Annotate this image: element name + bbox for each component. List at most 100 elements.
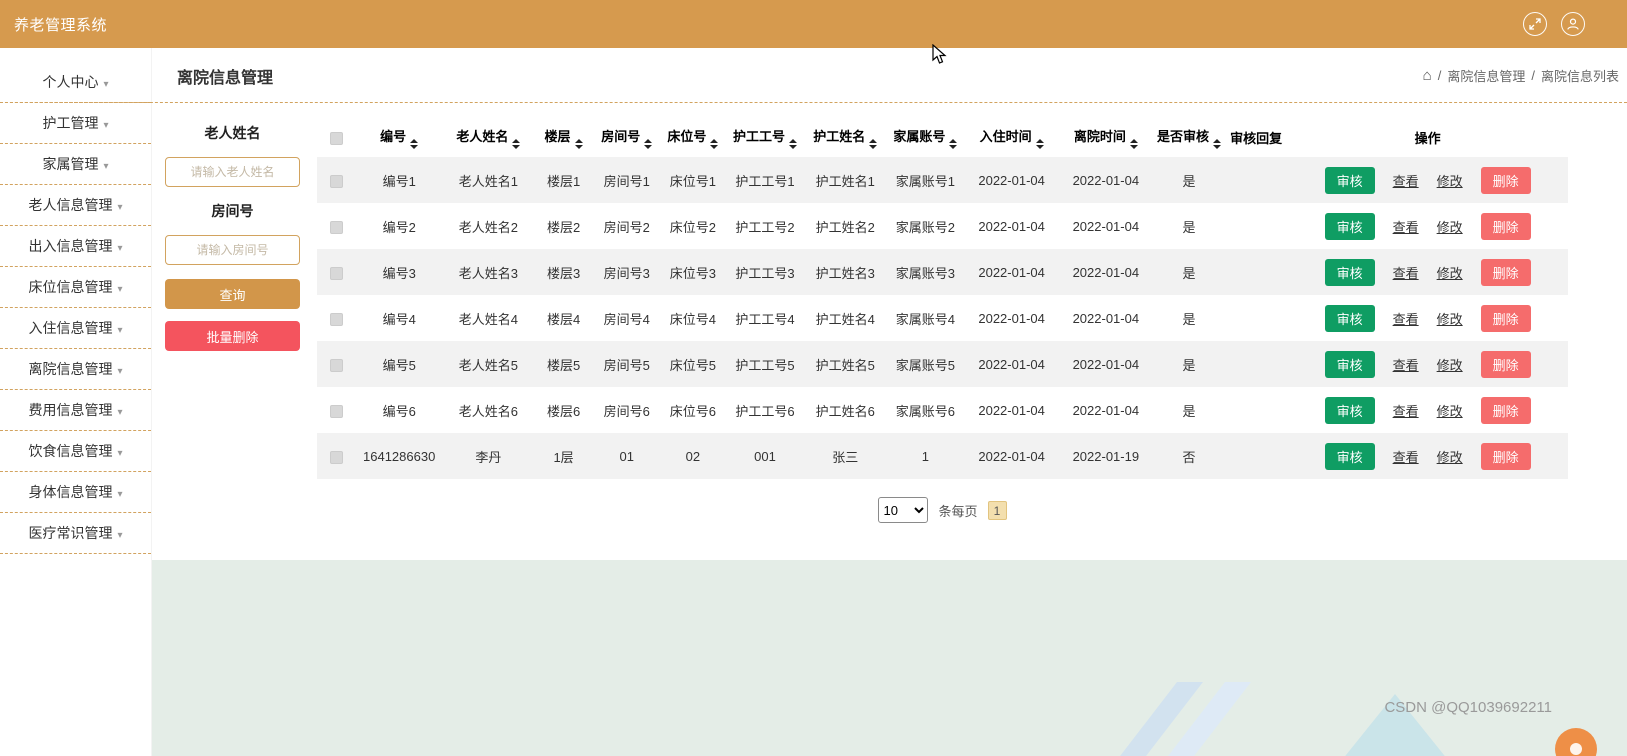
audit-button[interactable]: 审核 (1325, 443, 1375, 470)
audit-button[interactable]: 审核 (1325, 167, 1375, 194)
row-checkbox[interactable] (330, 405, 343, 418)
sidebar-item[interactable]: 离院信息管理▾ (0, 349, 151, 390)
row-checkbox[interactable] (330, 451, 343, 464)
audit-button[interactable]: 审核 (1325, 213, 1375, 240)
room-number-input[interactable] (165, 235, 300, 265)
sidebar-item[interactable]: 饮食信息管理▾ (0, 431, 151, 472)
column-header[interactable]: 房间号 (594, 117, 660, 157)
audit-button[interactable]: 审核 (1325, 259, 1375, 286)
cell: 护工工号3 (726, 249, 804, 295)
cell: 床位号4 (660, 295, 726, 341)
sidebar-item[interactable]: 床位信息管理▾ (0, 267, 151, 308)
home-icon[interactable]: ⌂ (1423, 67, 1432, 84)
cell: 01 (594, 433, 660, 479)
edit-button[interactable]: 修改 (1437, 171, 1463, 190)
view-button[interactable]: 查看 (1393, 355, 1419, 374)
sort-icon[interactable] (869, 139, 877, 149)
content-area: 老人姓名 房间号 查询 批量删除 编号老人姓名 楼层房间号床位号护工工号护工姓名家… (152, 103, 1627, 756)
sort-icon[interactable] (1213, 139, 1221, 149)
sort-icon[interactable] (512, 139, 520, 149)
row-checkbox[interactable] (330, 313, 343, 326)
sidebar-item[interactable]: 出入信息管理▾ (0, 226, 151, 267)
current-page-button[interactable]: 1 (988, 501, 1007, 520)
cell: 护工工号1 (726, 157, 804, 203)
view-button[interactable]: 查看 (1393, 217, 1419, 236)
cell: 楼层6 (533, 387, 593, 433)
view-button[interactable]: 查看 (1393, 171, 1419, 190)
row-checkbox[interactable] (330, 359, 343, 372)
sort-icon[interactable] (1130, 139, 1138, 149)
cell: 02 (660, 433, 726, 479)
cell (1225, 249, 1287, 295)
page-size-select[interactable]: 10 (878, 497, 928, 523)
edit-button[interactable]: 修改 (1437, 355, 1463, 374)
view-button[interactable]: 查看 (1393, 401, 1419, 420)
floating-action-button[interactable] (1555, 728, 1597, 756)
sidebar-item[interactable]: 入住信息管理▾ (0, 308, 151, 349)
delete-button[interactable]: 删除 (1481, 351, 1531, 378)
sort-up-arrow (512, 139, 520, 143)
cell: 李丹 (443, 433, 533, 479)
column-header[interactable]: 入住时间 (965, 117, 1059, 157)
column-header[interactable]: 家属账号 (886, 117, 964, 157)
fullscreen-icon[interactable] (1523, 12, 1547, 36)
sort-icon[interactable] (575, 139, 583, 149)
sidebar-item[interactable]: 护工管理▾ (0, 103, 151, 144)
select-all-checkbox[interactable] (330, 132, 343, 145)
sidebar-item[interactable]: 医疗常识管理▾ (0, 513, 151, 554)
sidebar-item[interactable]: 家属管理▾ (0, 144, 151, 185)
delete-button[interactable]: 删除 (1481, 167, 1531, 194)
data-table: 编号老人姓名 楼层房间号床位号护工工号护工姓名家属账号 入住时间 离院时间是否审核审核… (317, 117, 1568, 479)
batch-delete-button[interactable]: 批量删除 (165, 321, 300, 351)
column-header[interactable]: 老人姓名 (443, 117, 533, 157)
sidebar-item[interactable]: 个人中心▾ (0, 62, 151, 103)
sidebar-item[interactable]: 身体信息管理▾ (0, 472, 151, 513)
search-button[interactable]: 查询 (165, 279, 300, 309)
table-row: 编号2老人姓名2楼层2房间号2床位号2护工工号2护工姓名2家属账号22022-0… (317, 203, 1568, 249)
delete-button[interactable]: 删除 (1481, 443, 1531, 470)
view-button[interactable]: 查看 (1393, 447, 1419, 466)
sort-icon[interactable] (644, 139, 652, 149)
elder-name-input[interactable] (165, 157, 300, 187)
sort-icon[interactable] (1036, 139, 1044, 149)
edit-button[interactable]: 修改 (1437, 217, 1463, 236)
edit-button[interactable]: 修改 (1437, 309, 1463, 328)
column-header[interactable]: 离院时间 (1059, 117, 1153, 157)
delete-button[interactable]: 删除 (1481, 305, 1531, 332)
sidebar-item-label: 饮食信息管理 (28, 443, 112, 459)
sort-up-arrow (869, 139, 877, 143)
audit-button[interactable]: 审核 (1325, 397, 1375, 424)
audit-button[interactable]: 审核 (1325, 305, 1375, 332)
column-header[interactable]: 床位号 (660, 117, 726, 157)
view-button[interactable]: 查看 (1393, 309, 1419, 328)
column-header[interactable]: 是否审核 (1153, 117, 1225, 157)
column-label: 老人姓名 (456, 129, 508, 144)
column-label: 入住时间 (980, 129, 1032, 144)
delete-button[interactable]: 删除 (1481, 259, 1531, 286)
column-header[interactable]: 护工姓名 (804, 117, 886, 157)
column-header[interactable]: 楼层 (533, 117, 593, 157)
sidebar-item[interactable]: 老人信息管理▾ (0, 185, 151, 226)
sort-icon[interactable] (410, 139, 418, 149)
sort-icon[interactable] (949, 139, 957, 149)
edit-button[interactable]: 修改 (1437, 401, 1463, 420)
sidebar-item[interactable]: 费用信息管理▾ (0, 390, 151, 431)
column-header[interactable]: 护工工号 (726, 117, 804, 157)
cell: 楼层1 (533, 157, 593, 203)
cell (1225, 387, 1287, 433)
row-checkbox[interactable] (330, 267, 343, 280)
row-checkbox[interactable] (330, 175, 343, 188)
breadcrumb-item-management[interactable]: 离院信息管理 (1447, 66, 1525, 85)
edit-button[interactable]: 修改 (1437, 263, 1463, 282)
edit-button[interactable]: 修改 (1437, 447, 1463, 466)
table-header-row: 编号老人姓名楼层房间号床位号护工工号护工姓名家属账号入住时间离院时间是否审核审核… (317, 117, 1568, 157)
row-checkbox[interactable] (330, 221, 343, 234)
view-button[interactable]: 查看 (1393, 263, 1419, 282)
audit-button[interactable]: 审核 (1325, 351, 1375, 378)
delete-button[interactable]: 删除 (1481, 397, 1531, 424)
sort-icon[interactable] (789, 139, 797, 149)
user-icon[interactable] (1561, 12, 1585, 36)
delete-button[interactable]: 删除 (1481, 213, 1531, 240)
sort-icon[interactable] (710, 139, 718, 149)
column-header[interactable]: 编号 (355, 117, 443, 157)
